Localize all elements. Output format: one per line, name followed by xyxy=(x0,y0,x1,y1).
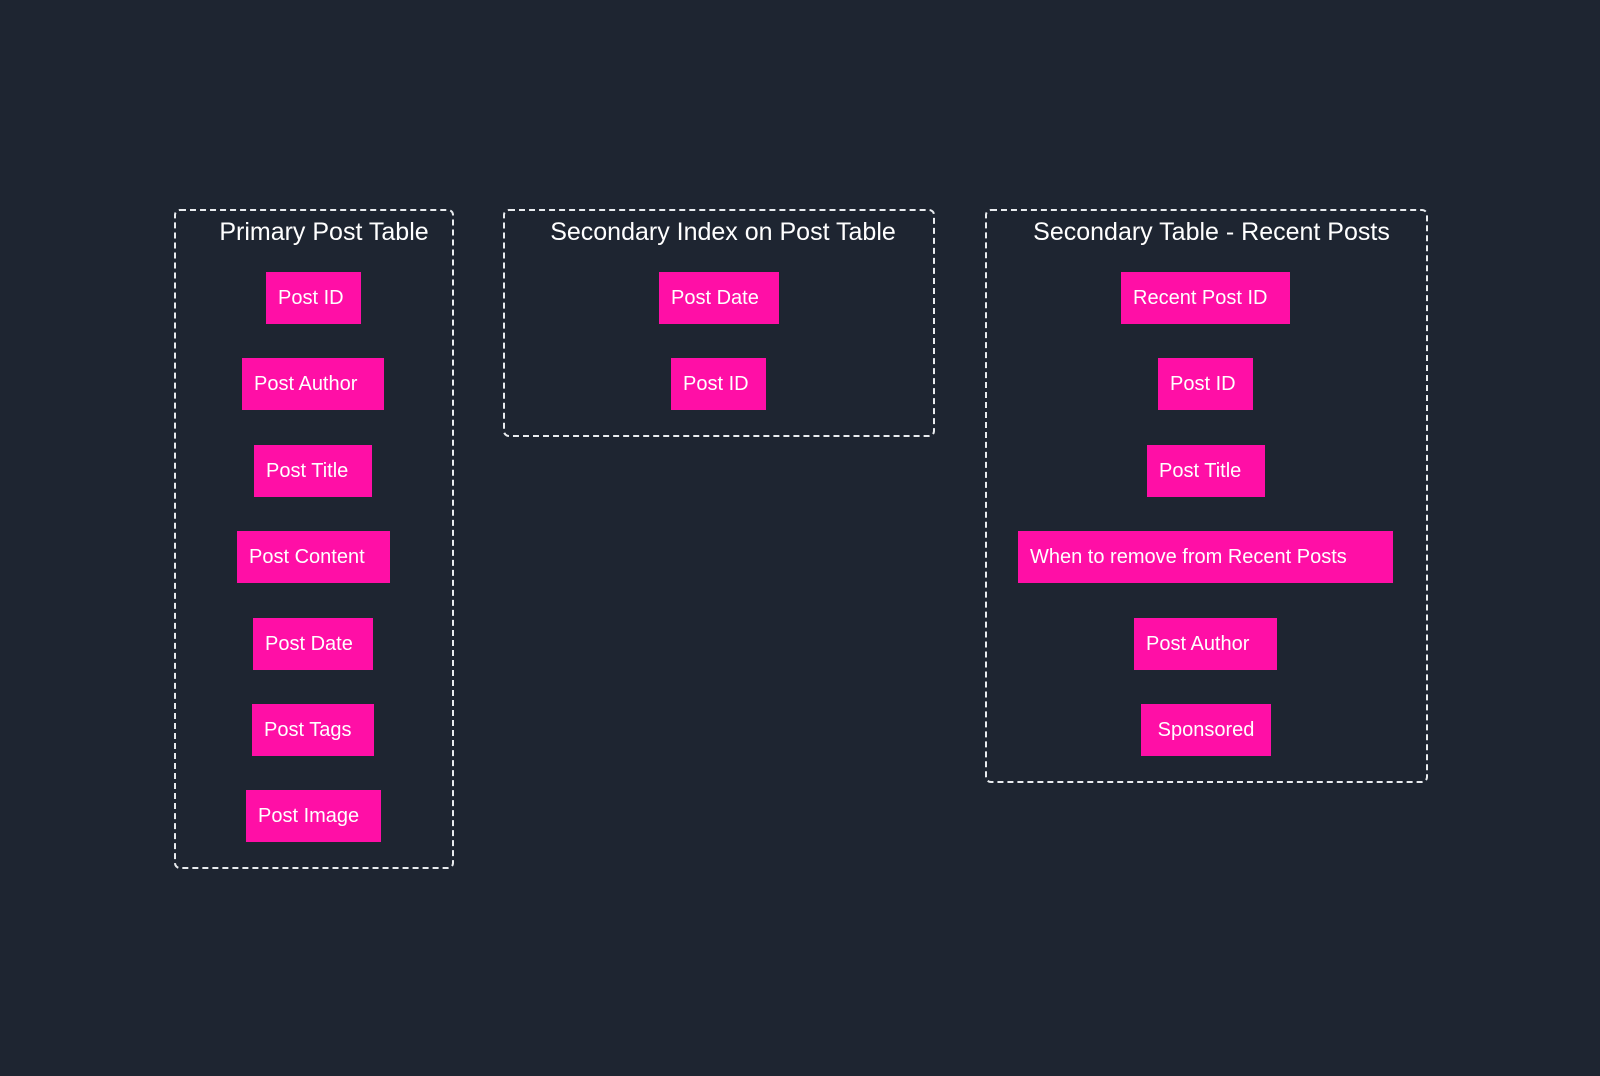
group-title: Secondary Index on Post Table xyxy=(550,218,896,246)
field-post-id: Post ID xyxy=(1158,358,1253,410)
field-post-image: Post Image xyxy=(246,790,381,842)
field-post-id: Post ID xyxy=(671,358,766,410)
field-post-date: Post Date xyxy=(659,272,779,324)
field-recent-post-id: Recent Post ID xyxy=(1121,272,1290,324)
field-post-content: Post Content xyxy=(237,531,390,583)
field-post-author: Post Author xyxy=(1134,618,1277,670)
field-post-title: Post Title xyxy=(254,445,372,497)
field-remove-from-recent: When to remove from Recent Posts xyxy=(1018,531,1393,583)
group-title: Primary Post Table xyxy=(219,218,429,246)
field-post-title: Post Title xyxy=(1147,445,1265,497)
field-post-author: Post Author xyxy=(242,358,384,410)
field-sponsored: Sponsored xyxy=(1141,704,1271,756)
field-post-tags: Post Tags xyxy=(252,704,374,756)
field-post-id: Post ID xyxy=(266,272,361,324)
group-title: Secondary Table - Recent Posts xyxy=(1033,218,1390,246)
field-post-date: Post Date xyxy=(253,618,373,670)
diagram-canvas: Primary Post Table Post ID Post Author P… xyxy=(0,0,1600,1076)
